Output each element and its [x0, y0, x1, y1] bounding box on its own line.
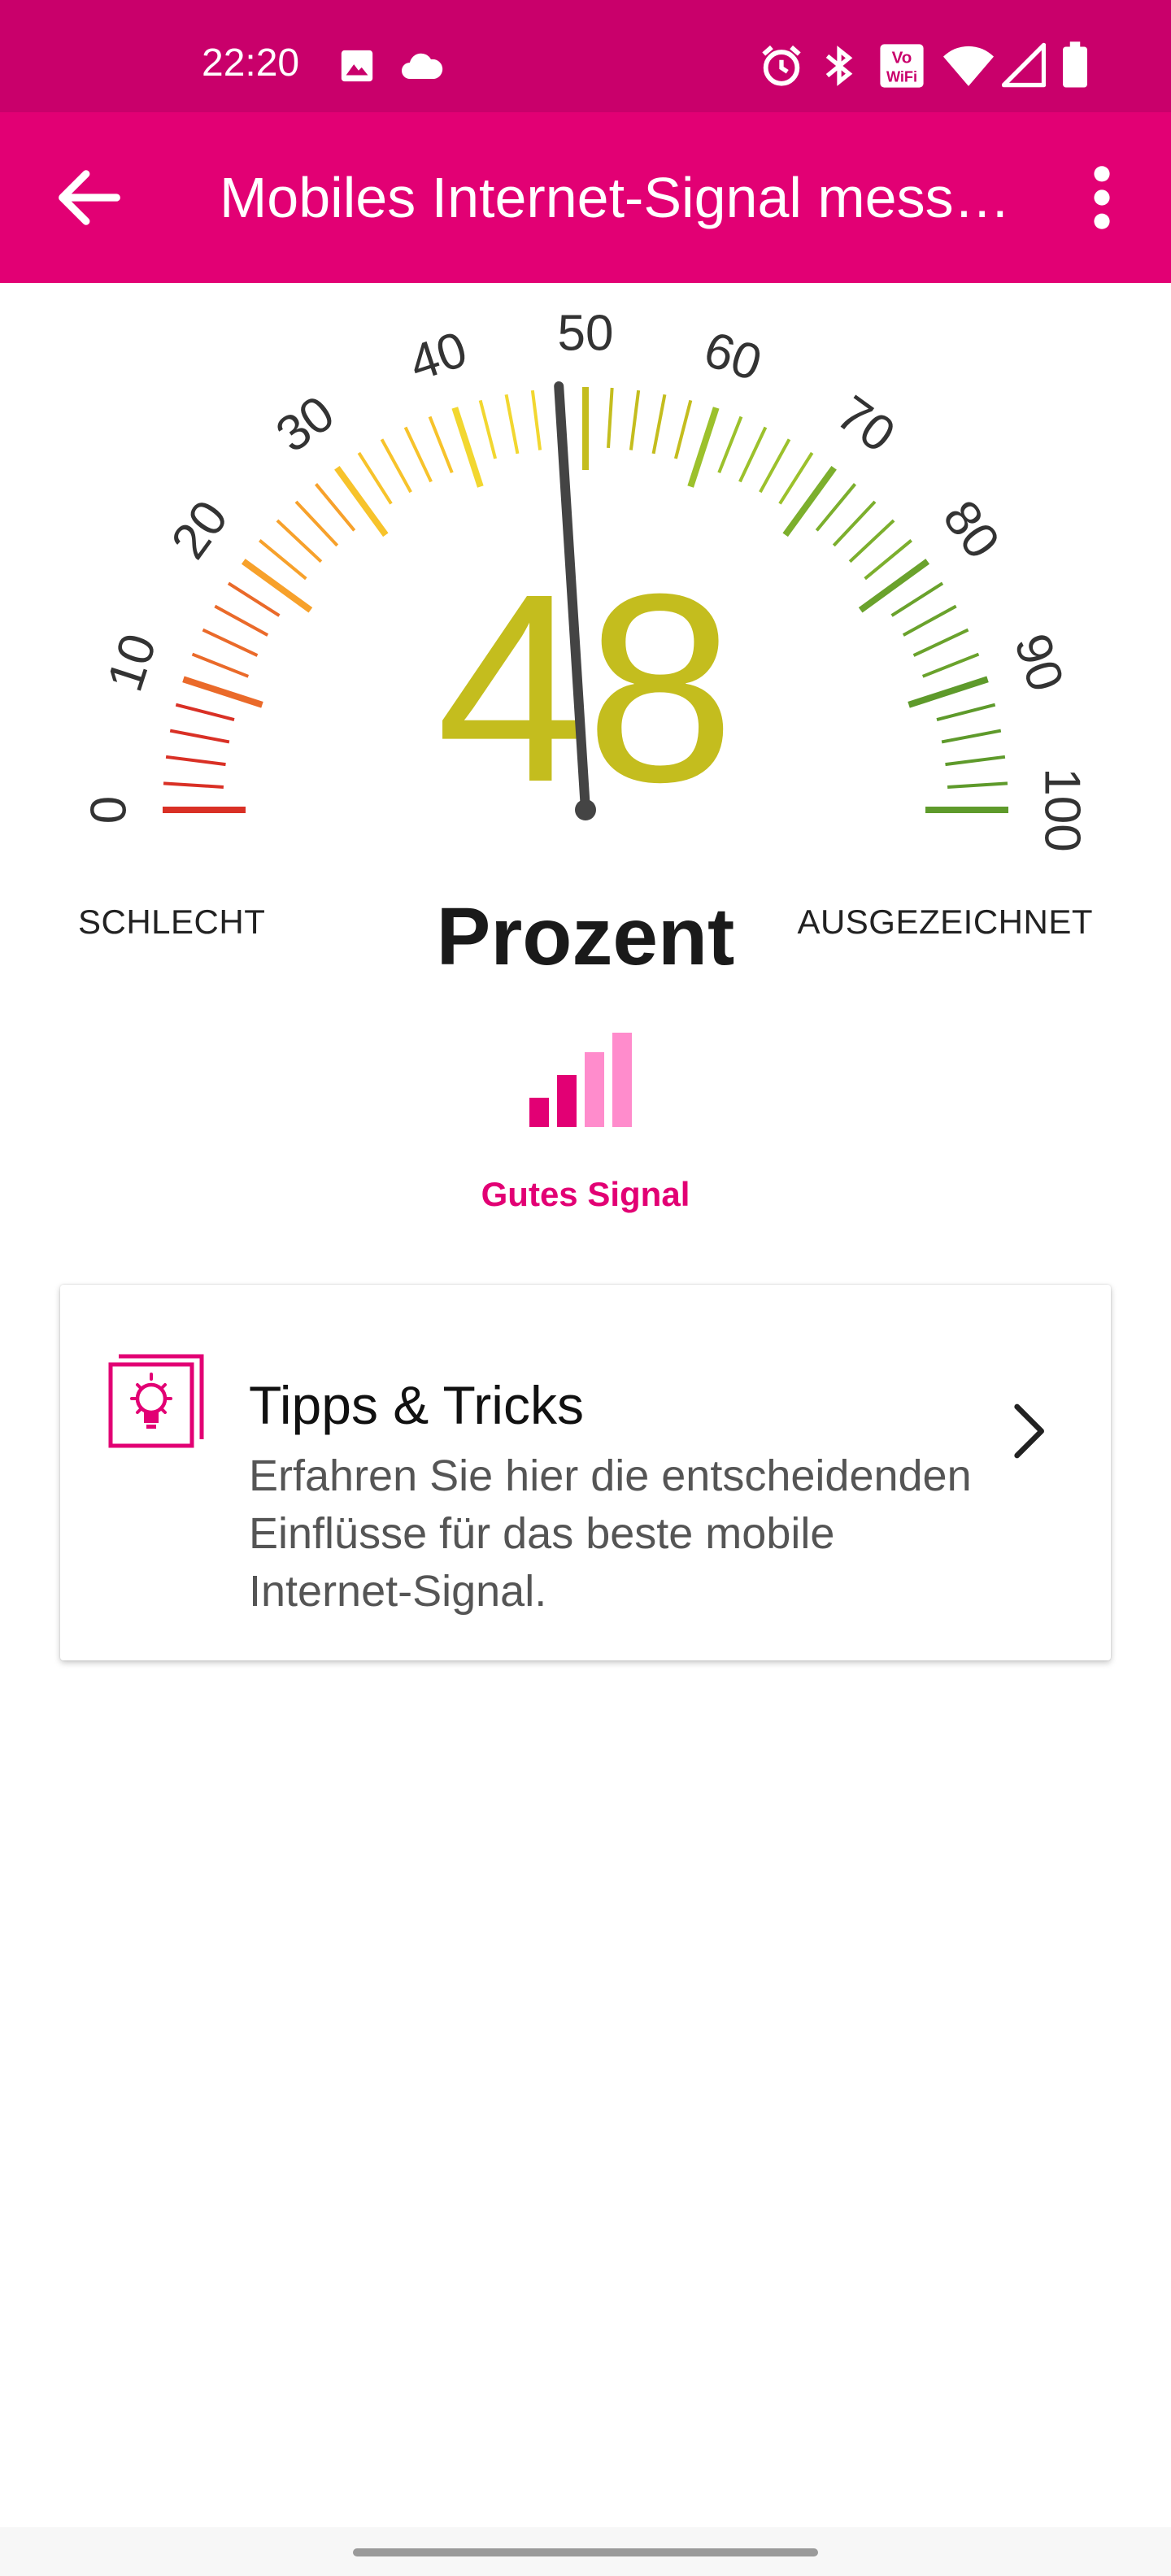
- gauge-minor-tick: [947, 781, 1008, 789]
- gauge-minor-tick: [294, 500, 339, 547]
- tips-title: Tipps & Tricks: [249, 1375, 584, 1435]
- status-bar: 22:20 Vo WiFi: [0, 0, 1171, 112]
- gauge-minor-tick: [936, 703, 996, 722]
- gauge-minor-tick: [912, 628, 969, 657]
- gauge-minor-tick: [380, 438, 412, 494]
- gauge-minor-tick: [738, 426, 768, 483]
- gauge-major-tick: [451, 407, 484, 488]
- gauge-tick-label: 40: [403, 321, 473, 392]
- gauge-minor-tick: [759, 438, 791, 494]
- arrow-left-icon: [59, 170, 120, 225]
- gauge-tick-label: 20: [161, 490, 239, 568]
- gauge-minor-tick: [504, 394, 520, 455]
- gauge-minor-tick: [902, 604, 957, 637]
- gauge-tick-label: 30: [266, 385, 344, 463]
- gauge-minor-tick: [259, 538, 307, 581]
- signal-strength-icon: [529, 1033, 632, 1127]
- gauge-minor-tick: [163, 781, 224, 789]
- vowifi-icon: Vo WiFi: [880, 44, 924, 88]
- tips-card[interactable]: Tipps & Tricks Erfahren Sie hier die ent…: [60, 1285, 1111, 1660]
- gauge-tick-label: 100: [1034, 768, 1090, 851]
- gauge-tick-label: 90: [1003, 627, 1074, 698]
- gauge-minor-tick: [191, 652, 250, 678]
- gauge-minor-tick: [165, 755, 226, 767]
- lightbulb-icon: [108, 1354, 204, 1448]
- bluetooth-icon: [825, 46, 853, 86]
- gauge-minor-tick: [778, 451, 814, 505]
- gauge-tick-label: 80: [932, 490, 1010, 568]
- svg-text:WiFi: WiFi: [886, 68, 917, 85]
- tips-description: Erfahren Sie hier die entscheidenden Ein…: [249, 1451, 972, 1616]
- gauge-minor-tick: [945, 755, 1006, 767]
- gauge-major-tick: [687, 407, 720, 488]
- signal-bar: [585, 1052, 604, 1127]
- gauge-minor-tick: [175, 703, 235, 722]
- signal-bar: [529, 1098, 549, 1127]
- app-bar: Mobiles Internet-Signal messen: [0, 112, 1171, 283]
- image-icon: [341, 50, 373, 82]
- gauge-tick-label: 50: [558, 305, 614, 361]
- tips-open-button[interactable]: [995, 1390, 1060, 1472]
- svg-text:Vo: Vo: [892, 48, 912, 67]
- gauge-minor-tick: [357, 451, 393, 505]
- battery-icon: [1063, 41, 1087, 88]
- signal-bar: [612, 1033, 632, 1127]
- back-button[interactable]: [49, 157, 130, 238]
- cell-signal-icon: [1002, 42, 1046, 88]
- gauge-minor-tick: [832, 500, 877, 547]
- status-time: 22:20: [202, 41, 300, 85]
- wifi-icon: [943, 46, 994, 86]
- cloud-icon: [402, 53, 443, 79]
- gauge-minor-tick: [607, 387, 614, 449]
- more-options-button[interactable]: [1082, 157, 1122, 238]
- signal-gauge: 010203040 50 60708090100 48: [81, 305, 1090, 851]
- gauge-minor-tick: [214, 604, 269, 637]
- system-navigation-bar: [0, 2527, 1171, 2576]
- home-gesture-handle[interactable]: [353, 2548, 818, 2556]
- gauge-minor-tick: [403, 426, 433, 483]
- gauge-minor-tick: [848, 519, 895, 564]
- gauge-minor-tick: [921, 652, 980, 678]
- page-title: Mobiles Internet-Signal messen: [220, 166, 1016, 229]
- gauge-minor-tick: [815, 483, 857, 532]
- gauge-minor-tick: [202, 628, 259, 657]
- gauge-minor-tick: [428, 416, 454, 474]
- gauge-tick-label: 70: [826, 385, 904, 463]
- gauge-major-tick: [182, 676, 263, 708]
- gauge-minor-tick: [651, 394, 667, 455]
- gauge-minor-tick: [717, 416, 743, 474]
- gauge-major-tick: [241, 559, 313, 613]
- gauge-major-tick: [782, 465, 837, 537]
- gauge-tick-label: 0: [81, 796, 137, 824]
- gauge-tick-label: 60: [698, 321, 768, 392]
- gauge-minor-tick: [673, 399, 693, 459]
- more-vertical-icon: [1094, 166, 1110, 229]
- gauge-minor-tick: [227, 581, 281, 617]
- gauge-minor-tick: [314, 483, 356, 532]
- gauge-minor-tick: [941, 729, 1002, 744]
- gauge-tick-label: 10: [97, 627, 168, 698]
- gauge-minor-tick: [890, 581, 944, 617]
- gauge-minor-tick: [276, 519, 323, 564]
- gauge-major-tick: [858, 559, 930, 613]
- gauge-unit: Prozent: [436, 891, 735, 982]
- gauge-minor-tick: [169, 729, 230, 744]
- gauge-minor-tick: [864, 538, 912, 581]
- signal-bar: [557, 1075, 577, 1127]
- gauge-major-tick: [334, 465, 389, 537]
- gauge-minor-tick: [478, 399, 498, 459]
- chevron-right-icon: [1014, 1403, 1044, 1459]
- gauge-hub: [575, 799, 596, 820]
- gauge-major-tick: [908, 676, 989, 708]
- gauge-minor-tick: [530, 389, 542, 450]
- alarm-icon: [762, 45, 801, 86]
- gauge-minor-tick: [629, 389, 641, 450]
- signal-quality-label: Gutes Signal: [481, 1175, 690, 1213]
